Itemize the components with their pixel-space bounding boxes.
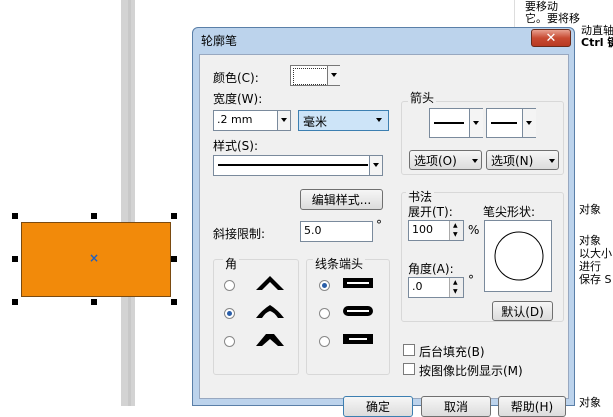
cancel-button[interactable]: 取消 xyxy=(421,396,491,417)
doc-line: 对象 xyxy=(579,396,601,409)
chevron-down-icon xyxy=(327,66,340,85)
nib-shape-preview[interactable] xyxy=(484,220,552,292)
miter-limit-input[interactable]: 5.0 xyxy=(300,221,373,242)
stretch-spinner[interactable]: ▲ ▼ xyxy=(449,221,463,240)
chevron-down-icon xyxy=(369,156,382,175)
resize-handle-e[interactable] xyxy=(171,256,177,262)
arrows-group: 箭头 选项(O) 选项(N) xyxy=(401,89,564,175)
corner-miter-radio[interactable] xyxy=(224,280,235,291)
doc-line: 进行 xyxy=(579,260,601,273)
chevron-down-icon xyxy=(469,109,483,137)
scale-with-image-label: 按图像比例显示(M) xyxy=(419,364,523,378)
arrow-options-right-button[interactable]: 选项(N) xyxy=(486,150,559,170)
options-left-label: 选项(O) xyxy=(414,154,457,168)
doc-line: 以大小 xyxy=(579,247,612,260)
angle-degree-symbol: ° xyxy=(468,273,474,287)
unit-select[interactable]: 毫米 xyxy=(298,110,389,131)
round-cap-icon xyxy=(343,306,373,316)
doc-line: 对象 xyxy=(579,203,601,216)
color-swatch xyxy=(293,68,328,85)
bevel-corner-icon xyxy=(256,334,284,346)
round-corner-icon xyxy=(256,305,284,318)
angle-value: .0 xyxy=(412,280,423,293)
line-caps-label: 线条端头 xyxy=(313,255,366,272)
corners-group: 角 xyxy=(213,255,299,375)
width-select[interactable]: .2 mm xyxy=(213,110,291,131)
chevron-down-icon xyxy=(522,109,536,137)
corner-round-radio[interactable] xyxy=(224,308,235,319)
angle-input[interactable]: .0 ▲ ▼ xyxy=(408,277,464,298)
chevron-down-icon xyxy=(277,111,290,130)
width-label: 宽度(W): xyxy=(213,92,263,106)
stretch-input[interactable]: 100 ▲ ▼ xyxy=(408,220,464,241)
corner-bevel-radio[interactable] xyxy=(224,336,235,347)
doc-line: 对象 xyxy=(579,234,601,247)
miter-limit-label: 斜接限制: xyxy=(213,227,266,241)
line-preview xyxy=(491,122,517,124)
dialog-titlebar[interactable]: 轮廓笔 ✕ xyxy=(193,28,574,52)
miter-limit-value: 5.0 xyxy=(304,224,322,237)
dialog-title: 轮廓笔 xyxy=(201,34,238,48)
resize-handle-nw[interactable] xyxy=(12,213,18,219)
resize-handle-ne[interactable] xyxy=(171,213,177,219)
help-button[interactable]: 帮助(H) xyxy=(498,396,566,417)
default-button[interactable]: 默认(D) xyxy=(492,301,553,321)
stretch-value: 100 xyxy=(412,223,433,236)
miter-degree-symbol: ° xyxy=(376,218,382,232)
arrow-options-left-button[interactable]: 选项(O) xyxy=(409,150,482,170)
nib-shape-label: 笔尖形状: xyxy=(483,205,536,219)
ok-button[interactable]: 确定 xyxy=(343,396,413,417)
arrows-label: 箭头 xyxy=(408,89,437,106)
color-picker[interactable] xyxy=(290,65,340,86)
edit-style-button[interactable]: 编辑样式... xyxy=(300,189,383,210)
behind-fill-checkbox[interactable] xyxy=(403,344,415,356)
miter-corner-icon xyxy=(256,276,284,290)
dialog-client-area: 颜色(C): 宽度(W): .2 mm 毫米 样式(S): 编辑样式... 斜接… xyxy=(199,54,569,417)
resize-handle-sw[interactable] xyxy=(12,299,18,305)
end-arrow-select[interactable] xyxy=(486,108,536,138)
outline-pen-dialog: 轮廓笔 ✕ 颜色(C): 宽度(W): .2 mm 毫米 样式(S): 编辑样式 xyxy=(192,27,575,417)
page-edge xyxy=(128,0,131,406)
line-preview xyxy=(434,122,464,124)
line-caps-group: 线条端头 xyxy=(306,255,390,375)
cap-butt-radio[interactable] xyxy=(319,280,330,291)
chevron-down-icon xyxy=(549,159,555,163)
butt-cap-icon xyxy=(343,278,373,288)
doc-line: 保存 S xyxy=(579,273,612,286)
corners-label: 角 xyxy=(223,255,240,272)
center-marker-icon: × xyxy=(89,251,100,265)
style-select[interactable] xyxy=(213,155,383,176)
square-cap-icon xyxy=(343,334,373,344)
resize-handle-w[interactable] xyxy=(12,256,18,262)
cap-square-radio[interactable] xyxy=(319,336,330,347)
behind-fill-label: 后台填充(B) xyxy=(419,345,485,359)
chevron-down-icon xyxy=(472,159,478,163)
options-right-label: 选项(N) xyxy=(491,154,534,168)
calligraphy-group: 书法 展开(T): 100 ▲ ▼ % 角度(A): .0 ▲ ▼ ° 笔尖形状: … xyxy=(401,188,564,322)
scale-with-image-checkbox[interactable] xyxy=(403,363,415,375)
resize-handle-se[interactable] xyxy=(171,299,177,305)
angle-spinner[interactable]: ▲ ▼ xyxy=(449,278,463,297)
resize-handle-s[interactable] xyxy=(91,299,97,305)
nib-circle-icon xyxy=(494,231,544,281)
percent-symbol: % xyxy=(468,223,480,237)
width-value: .2 mm xyxy=(217,113,253,126)
stretch-label: 展开(T): xyxy=(408,205,453,219)
color-label: 颜色(C): xyxy=(213,71,259,85)
resize-handle-n[interactable] xyxy=(91,213,97,219)
style-label: 样式(S): xyxy=(213,139,259,153)
angle-label: 角度(A): xyxy=(408,262,454,276)
chevron-down-icon xyxy=(376,118,382,122)
doc-line: 它。要将移 xyxy=(525,12,580,25)
cap-round-radio[interactable] xyxy=(319,308,330,319)
solid-line-preview xyxy=(218,164,368,166)
unit-value: 毫米 xyxy=(303,115,328,129)
doc-line: Ctrl 键 xyxy=(581,36,613,49)
start-arrow-select[interactable] xyxy=(429,108,483,138)
close-button[interactable]: ✕ xyxy=(531,29,571,47)
